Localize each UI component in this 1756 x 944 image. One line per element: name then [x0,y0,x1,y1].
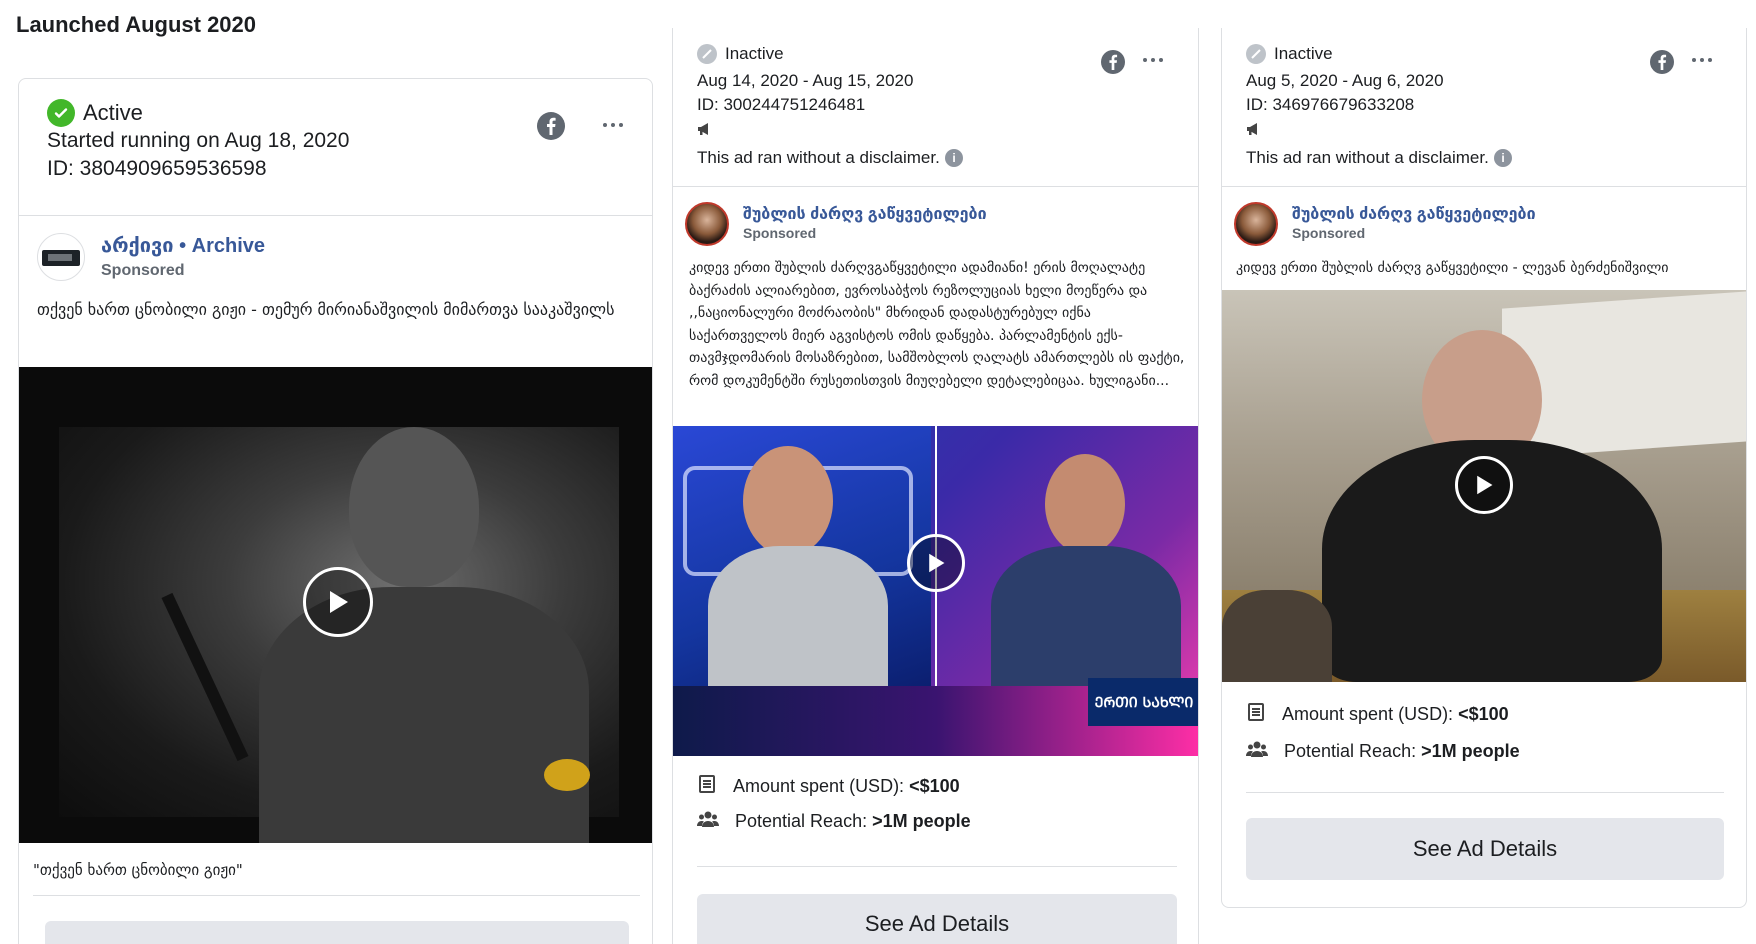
divider [673,186,1198,187]
receipt-icon [697,774,717,799]
megaphone-icon [1246,121,1262,142]
page-name-link[interactable]: არქივი • Archive [101,233,265,258]
amount-spent-row: Amount spent (USD): <$100 [1246,702,1509,727]
page-avatar[interactable] [1234,202,1278,246]
potential-reach-row: Potential Reach: >1M people [697,810,971,833]
ad-body-text: კიდევ ერთი შუბლის ძარღვ გაწყვეტილი - ლევ… [1236,260,1669,276]
ad-card-3: Inactive Aug 5, 2020 - Aug 6, 2020 ID: 3… [1221,28,1747,908]
ad-body-text: კიდევ ერთი შუბლის ძარღვგაწყვეტილი ადამია… [689,260,1185,389]
info-icon[interactable]: i [945,149,963,167]
ad-card-2: Inactive Aug 14, 2020 - Aug 15, 2020 ID:… [672,28,1199,944]
facebook-icon[interactable] [537,112,565,140]
play-icon[interactable] [303,567,373,637]
status-label: Inactive [1274,44,1333,63]
disclaimer-text: This ad ran without a disclaimer. [697,148,940,167]
play-icon[interactable] [1455,456,1513,514]
amount-value: <$100 [1458,704,1509,724]
amount-value: <$100 [909,776,960,796]
amount-label: Amount spent (USD): [1282,704,1459,724]
ad-id: ID: 3804909659536598 [47,157,267,180]
people-icon [697,810,719,833]
facebook-icon[interactable] [1650,50,1674,74]
see-ad-details-button[interactable]: See Ad Details [697,894,1177,944]
tv-channel-logo: ᲔᲠᲗᲘ ᲡᲐᲮᲚᲘ [1088,678,1198,726]
page-avatar[interactable] [685,202,729,246]
more-options-icon[interactable] [603,123,623,127]
divider [33,895,640,896]
see-ad-details-button[interactable] [45,921,629,944]
more-options-icon[interactable] [1692,58,1712,62]
page-avatar[interactable] [37,233,85,281]
ad-card-1: Active Started running on Aug 18, 2020 I… [18,78,653,944]
more-options-icon[interactable] [1143,58,1163,62]
status-row: Active [47,99,143,127]
ad-video[interactable] [19,367,652,843]
status-label: Inactive [725,44,784,63]
inactive-status-icon [1246,44,1266,64]
status-row: Inactive [697,44,784,64]
amount-spent-row: Amount spent (USD): <$100 [697,774,960,799]
megaphone-icon [697,121,713,142]
inactive-status-icon [697,44,717,64]
run-dates: Aug 14, 2020 - Aug 15, 2020 [697,71,914,90]
see-ad-details-button[interactable]: See Ad Details [1246,818,1724,880]
sponsored-label: Sponsored [101,262,185,279]
sponsored-label: Sponsored [743,225,817,241]
status-label: Active [83,100,143,125]
play-icon[interactable] [907,534,965,592]
page-heading: Launched August 2020 [16,12,257,37]
reach-value: >1M people [872,811,971,831]
divider [697,866,1177,867]
video-caption: "თქვენ ხართ ცნობილი გიჟი" [33,861,243,879]
receipt-icon [1246,702,1266,727]
info-icon[interactable]: i [1494,149,1512,167]
status-row: Inactive [1246,44,1333,64]
ad-video[interactable]: ᲔᲠᲗᲘ ᲡᲐᲮᲚᲘ [673,426,1198,756]
check-icon [47,99,75,127]
reach-label: Potential Reach: [735,811,873,831]
ad-body-text: თქვენ ხართ ცნობილი გიჟი - თემურ მირიანაშ… [37,300,615,319]
run-dates: Started running on Aug 18, 2020 [47,129,350,152]
disclaimer-text: This ad ran without a disclaimer. [1246,148,1489,167]
ad-video[interactable] [1222,290,1746,682]
divider [19,215,652,216]
ad-id: ID: 300244751246481 [697,95,866,114]
ad-id: ID: 346976679633208 [1246,95,1415,114]
page-name-link[interactable]: შუბლის ძარღვ გაწყვეტილები [1292,204,1536,224]
divider [1222,186,1746,187]
reach-label: Potential Reach: [1284,741,1422,761]
potential-reach-row: Potential Reach: >1M people [1246,740,1520,763]
run-dates: Aug 5, 2020 - Aug 6, 2020 [1246,71,1444,90]
amount-label: Amount spent (USD): [733,776,910,796]
sponsored-label: Sponsored [1292,225,1366,241]
facebook-icon[interactable] [1101,50,1125,74]
reach-value: >1M people [1421,741,1520,761]
page-name-link[interactable]: შუბლის ძარღვ გაწყვეტილები [743,204,987,224]
divider [1246,792,1724,793]
people-icon [1246,740,1268,763]
